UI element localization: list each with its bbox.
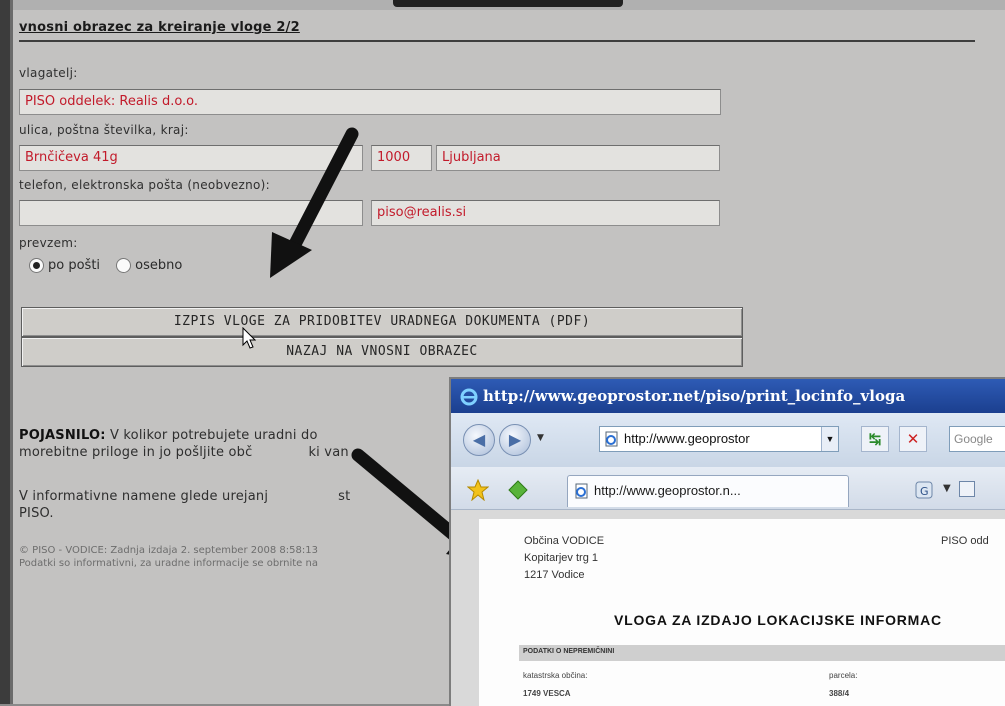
svg-text:G: G xyxy=(920,485,929,498)
email-field[interactable]: piso@realis.si xyxy=(371,200,720,226)
doc-col2-value: 388/4 xyxy=(829,689,850,698)
note-line2: morebitne priloge in jo pošljite obč xyxy=(19,445,253,460)
pickup-personal-radio[interactable] xyxy=(116,258,132,273)
phone-field[interactable] xyxy=(19,200,363,226)
search-input[interactable]: Google xyxy=(949,426,1005,452)
popup-title-bar: http://www.geoprostor.net/piso/print_loc… xyxy=(451,379,1005,413)
postal-code-field[interactable]: 1000 xyxy=(371,145,432,171)
note-paragraph: POJASNILO: V kolikor potrebujete uradni … xyxy=(19,427,349,461)
footer-line1: © PISO - VODICE: Zadnja izdaja 2. septem… xyxy=(19,545,318,556)
doc-col1-value: 1749 VESCA xyxy=(523,689,571,698)
back-icon[interactable]: ◀ xyxy=(463,424,495,456)
note-label: POJASNILO: xyxy=(19,428,106,443)
applicant-field[interactable]: PISO oddelek: Realis d.o.o. xyxy=(19,89,721,115)
back-to-form-button[interactable]: NAZAJ NA VNOSNI OBRAZEC xyxy=(21,337,743,367)
tab-bar: http://www.geoprostor.n... G ▼ xyxy=(451,467,1005,510)
add-favorite-icon[interactable] xyxy=(507,479,529,501)
applicant-label: vlagatelj: xyxy=(19,66,78,80)
info-paragraph: V informativne namene glede urejanj st PI… xyxy=(19,488,350,522)
info-line1-tail: st xyxy=(338,489,351,504)
popup-title: http://www.geoprostor.net/piso/print_loc… xyxy=(483,387,906,405)
tab-label: http://www.geoprostor.n... xyxy=(594,483,741,498)
forward-icon[interactable]: ▶ xyxy=(499,424,531,456)
doc-municipality: Občina VODICE xyxy=(524,535,605,547)
city-field[interactable]: Ljubljana xyxy=(436,145,720,171)
window-frame-left xyxy=(0,0,13,704)
doc-title: VLOGA ZA IZDAJO LOKACIJSKE INFORMAC xyxy=(614,612,942,628)
note-line2-tail: ki van xyxy=(308,445,349,460)
address-text: http://www.geoprostor xyxy=(624,431,750,446)
doc-col1-label: katastrska občina: xyxy=(523,671,588,680)
doc-header-right: PISO odd xyxy=(941,535,989,547)
tab-page-icon xyxy=(575,483,588,499)
address-label: ulica, poštna številka, kraj: xyxy=(19,123,189,137)
form-title: vnosni obrazec za kreiranje vloge 2/2 xyxy=(19,20,300,35)
title-divider xyxy=(19,40,975,42)
page-menu-icon[interactable] xyxy=(959,481,975,497)
pdf-document-preview: Občina VODICE Kopitarjev trg 1 1217 Vodi… xyxy=(479,519,1005,706)
home-icon[interactable]: G xyxy=(913,479,935,501)
pickup-mail-label: po pošti xyxy=(48,258,101,273)
browser-popup-window: http://www.geoprostor.net/piso/print_loc… xyxy=(449,377,1005,706)
ie-logo-icon xyxy=(460,388,478,406)
pickup-personal-label: osebno xyxy=(135,258,183,273)
pickup-label: prevzem: xyxy=(19,236,78,250)
mouse-cursor-icon xyxy=(242,327,256,349)
address-bar[interactable]: http://www.geoprostor ▼ xyxy=(599,426,839,452)
top-strip xyxy=(13,0,1005,10)
doc-address-block: Občina VODICE Kopitarjev trg 1 1217 Vodi… xyxy=(524,533,604,584)
pickup-radio-group: po pošti osebno xyxy=(29,258,194,273)
footer-line2: Podatki so informativni, za uradne infor… xyxy=(19,558,318,569)
footer-note: © PISO - VODICE: Zadnja izdaja 2. septem… xyxy=(19,544,318,570)
page-icon xyxy=(605,431,618,447)
contact-label: telefon, elektronska pošta (neobvezno): xyxy=(19,178,271,192)
history-dropdown-icon[interactable]: ▼ xyxy=(537,433,544,443)
doc-section-label: PODATKI O NEPREMIČNINI xyxy=(523,648,615,655)
refresh-icon[interactable]: ↹ xyxy=(861,426,889,452)
doc-col2-label: parcela: xyxy=(829,671,858,680)
tab-active[interactable]: http://www.geoprostor.n... xyxy=(567,475,849,507)
street-field[interactable]: Brnčičeva 41g xyxy=(19,145,363,171)
doc-city: 1217 Vodice xyxy=(524,569,585,581)
pickup-mail-radio[interactable] xyxy=(29,258,44,273)
print-pdf-button[interactable]: IZPIS VLOGE ZA PRIDOBITEV URADNEGA DOKUM… xyxy=(21,307,743,337)
info-line1: V informativne namene glede urejanj xyxy=(19,489,269,504)
doc-street: Kopitarjev trg 1 xyxy=(524,552,598,564)
info-line2: PISO. xyxy=(19,506,54,521)
navigation-toolbar: ◀ ▶ ▼ http://www.geoprostor ▼ ↹ ✕ Google xyxy=(451,413,1005,467)
note-line1: V kolikor potrebujete uradni do xyxy=(105,428,318,443)
address-dropdown-icon[interactable]: ▼ xyxy=(821,427,838,451)
stop-icon[interactable]: ✕ xyxy=(899,426,927,452)
favorites-star-icon[interactable] xyxy=(467,479,489,501)
home-dropdown-icon[interactable]: ▼ xyxy=(943,483,951,494)
